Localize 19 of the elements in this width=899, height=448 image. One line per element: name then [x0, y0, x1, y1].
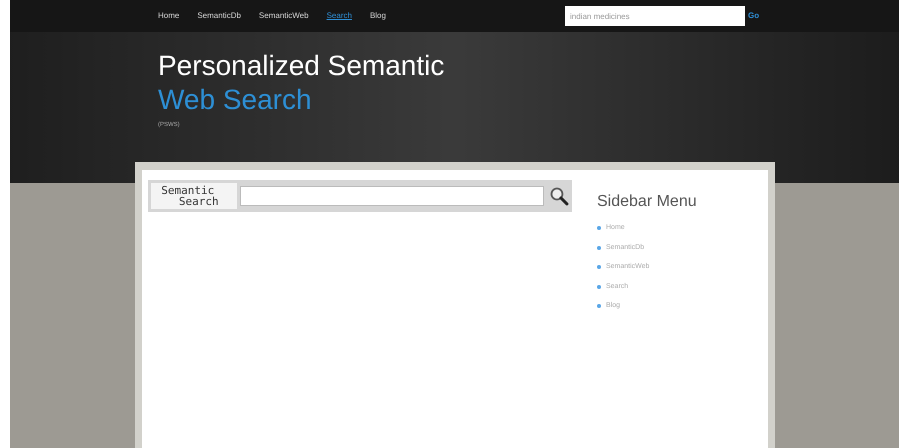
semantic-search-field[interactable]	[240, 186, 544, 206]
nav-link[interactable]: Search	[326, 10, 352, 22]
sidebar-title: Sidebar Menu	[597, 192, 697, 212]
search-icon[interactable]	[549, 186, 569, 206]
logo-text: Semantic	[161, 185, 214, 196]
site-subtitle: Web Search	[158, 83, 312, 117]
nav-link[interactable]: Home	[158, 10, 180, 22]
site-title: Personalized Semantic	[158, 49, 444, 83]
nav-link[interactable]: SemanticDb	[197, 10, 241, 22]
nav-link[interactable]: Blog	[370, 10, 386, 22]
go-button[interactable]: Go	[748, 10, 760, 22]
bullet-icon	[597, 265, 601, 270]
bullet-icon	[597, 246, 601, 250]
bullet-icon	[597, 284, 601, 289]
bullet-icon	[597, 226, 601, 230]
search-field[interactable]: indian medicines	[565, 6, 745, 26]
nav-link[interactable]: SemanticWeb	[258, 10, 309, 22]
bullet-icon	[597, 304, 601, 308]
logo-text: Search	[178, 196, 219, 207]
